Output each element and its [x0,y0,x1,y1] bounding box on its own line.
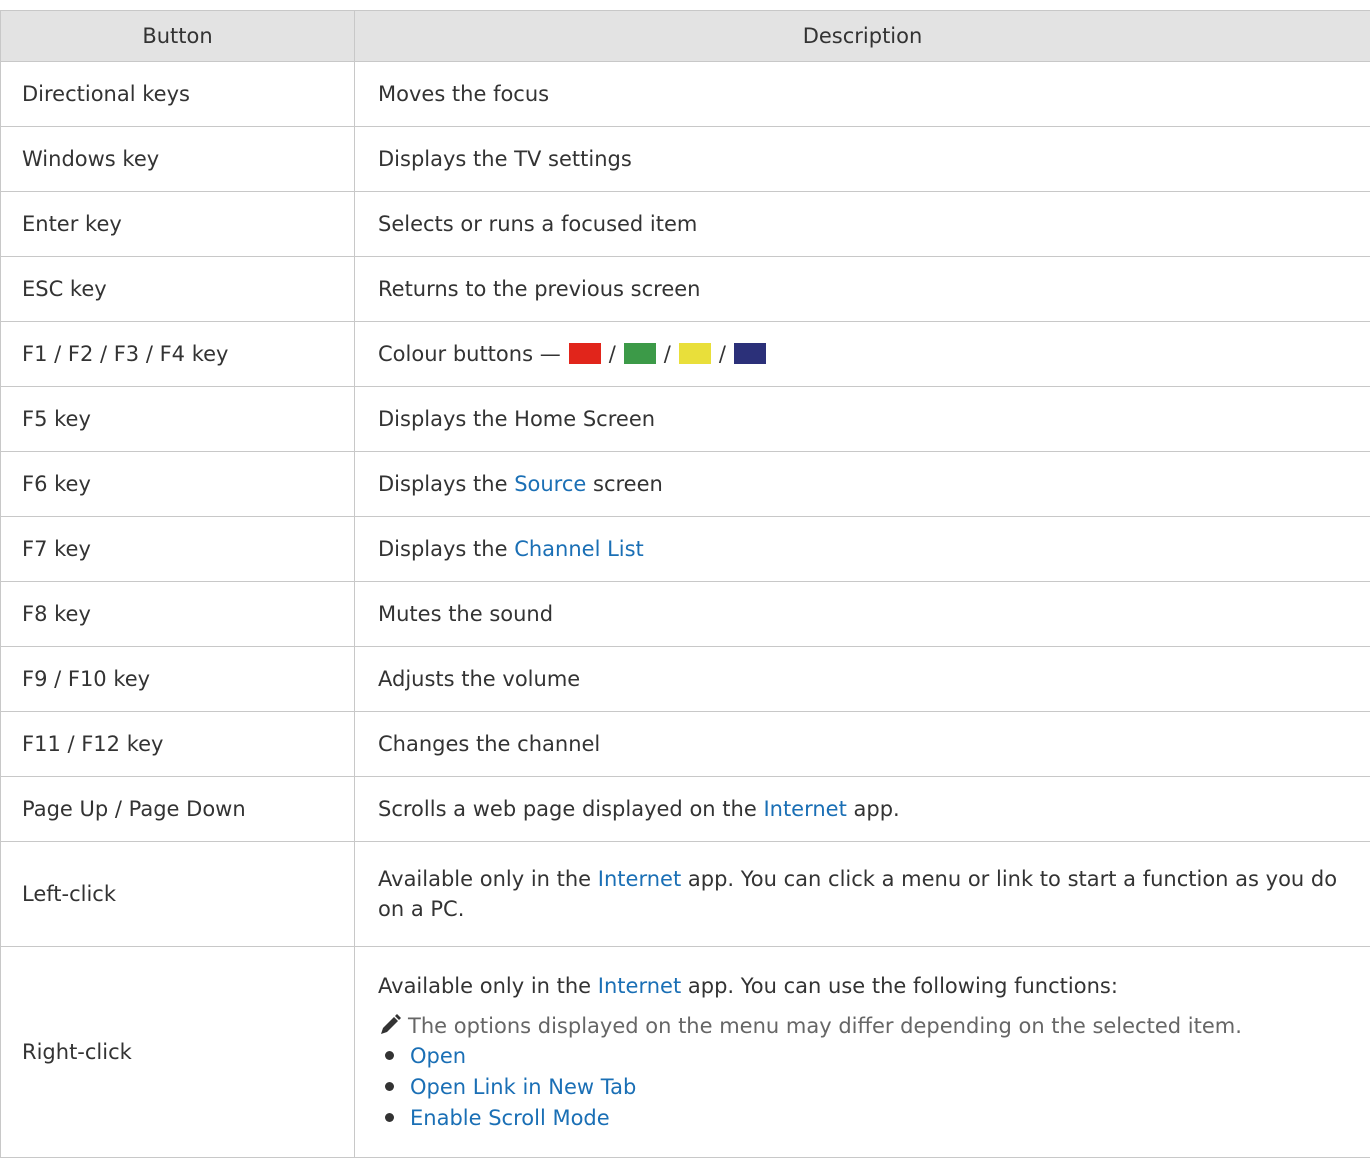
option-open-link[interactable]: Open [410,1044,466,1068]
table-row: F6 key Displays the Source screen [1,452,1370,517]
channel-list-link[interactable]: Channel List [514,537,644,561]
source-link[interactable]: Source [514,472,586,496]
description-cell: Displays the Home Screen [355,387,1370,452]
internet-link[interactable]: Internet [598,974,681,998]
description-cell: Colour buttons — / / / [355,322,1370,387]
desc-text: screen [593,472,663,496]
button-cell: F6 key [1,452,355,517]
header-button: Button [1,11,355,62]
header-description: Description [355,11,1370,62]
description-cell: Returns to the previous screen [355,257,1370,322]
description-cell: Available only in the Internet app. You … [355,947,1370,1158]
separator: / [664,342,671,366]
table-row: F1 / F2 / F3 / F4 key Colour buttons — / /… [1,322,1370,387]
table-row: ESC key Returns to the previous screen [1,257,1370,322]
description-cell: Changes the channel [355,712,1370,777]
bullet-icon [385,1113,394,1122]
description-cell: Available only in the Internet app. You … [355,842,1370,947]
internet-link[interactable]: Internet [598,867,681,891]
table-row: F9 / F10 key Adjusts the volume [1,647,1370,712]
table-row: Page Up / Page Down Scrolls a web page d… [1,777,1370,842]
right-click-intro: Available only in the Internet app. You … [378,971,1348,1001]
button-cell: Left-click [1,842,355,947]
table-row: F8 key Mutes the sound [1,582,1370,647]
button-cell: F7 key [1,517,355,582]
table-header-row: Button Description [1,11,1370,62]
colour-buttons-text: Colour buttons — [378,342,561,366]
description-cell: Displays the Channel List [355,517,1370,582]
table-row: Enter key Selects or runs a focused item [1,192,1370,257]
button-cell: ESC key [1,257,355,322]
list-item: Enable Scroll Mode [378,1103,1348,1134]
table-row: Right-click Available only in the Intern… [1,947,1370,1158]
desc-text: Displays the [378,537,508,561]
option-enable-scroll-mode[interactable]: Enable Scroll Mode [410,1106,610,1130]
button-cell: F8 key [1,582,355,647]
description-cell: Selects or runs a focused item [355,192,1370,257]
bullet-icon [385,1082,394,1091]
button-cell: F5 key [1,387,355,452]
desc-text: app. [854,797,900,821]
description-cell: Moves the focus [355,62,1370,127]
key-function-table: Button Description Directional keys Move… [0,10,1370,1158]
table-row: Windows key Displays the TV settings [1,127,1370,192]
desc-text: app. You can use the following functions… [688,974,1118,998]
table-row: F7 key Displays the Channel List [1,517,1370,582]
button-cell: F11 / F12 key [1,712,355,777]
table-row: Directional keys Moves the focus [1,62,1370,127]
separator: / [609,342,616,366]
note-text: The options displayed on the menu may di… [408,1014,1242,1038]
yellow-swatch [679,343,711,364]
button-cell: F9 / F10 key [1,647,355,712]
table-row: F5 key Displays the Home Screen [1,387,1370,452]
button-cell: Directional keys [1,62,355,127]
options-list: Open Open Link in New Tab Enable Scroll … [378,1041,1348,1134]
bullet-icon [385,1051,394,1060]
green-swatch [624,343,656,364]
desc-text: Scrolls a web page displayed on the [378,797,757,821]
list-item: Open [378,1041,1348,1072]
table-row: F11 / F12 key Changes the channel [1,712,1370,777]
table-row: Left-click Available only in the Interne… [1,842,1370,947]
button-cell: Right-click [1,947,355,1158]
red-swatch [569,343,601,364]
separator: / [719,342,726,366]
list-item: Open Link in New Tab [378,1072,1348,1103]
description-cell: Mutes the sound [355,582,1370,647]
pencil-icon [378,1013,402,1037]
description-cell: Displays the TV settings [355,127,1370,192]
internet-link[interactable]: Internet [763,797,846,821]
button-cell: Windows key [1,127,355,192]
description-cell: Scrolls a web page displayed on the Inte… [355,777,1370,842]
note-line: The options displayed on the menu may di… [378,1011,1348,1041]
option-open-link-new-tab[interactable]: Open Link in New Tab [410,1075,636,1099]
description-cell: Displays the Source screen [355,452,1370,517]
desc-text: Displays the [378,472,508,496]
description-cell: Adjusts the volume [355,647,1370,712]
desc-text: Available only in the [378,867,591,891]
button-cell: Enter key [1,192,355,257]
desc-text: Available only in the [378,974,591,998]
blue-swatch [734,343,766,364]
button-cell: F1 / F2 / F3 / F4 key [1,322,355,387]
button-cell: Page Up / Page Down [1,777,355,842]
